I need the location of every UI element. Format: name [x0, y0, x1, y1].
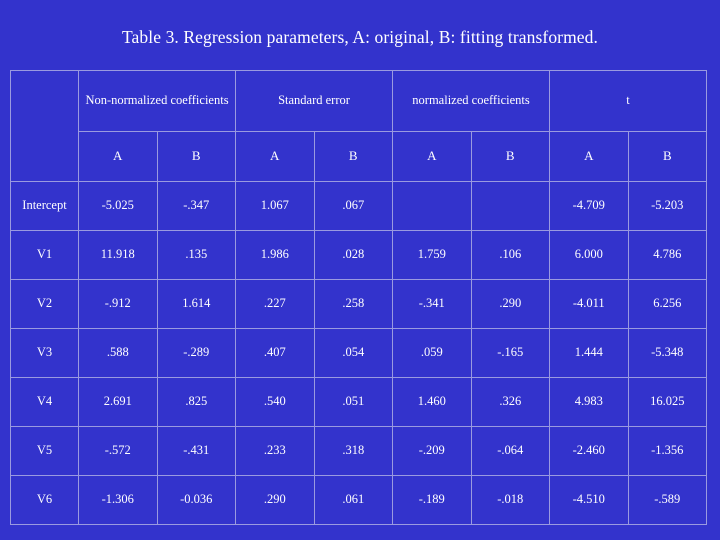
- table-row: V1 11.918 .135 1.986 .028 1.759 .106 6.0…: [10, 230, 708, 280]
- row-label: V6: [10, 475, 79, 525]
- cell-noncoef-b: -.289: [156, 328, 236, 378]
- cell-t-a: -4.510: [549, 475, 629, 525]
- group-header-non-normalized-coefficients: Non-normalized coefficients: [78, 70, 236, 132]
- group-header-normalized-coefficients: normalized coefficients: [392, 70, 551, 132]
- row-label: V3: [10, 328, 79, 378]
- cell-t-b: 4.786: [627, 230, 708, 280]
- cell-noncoef-b: 1.614: [156, 279, 236, 329]
- cell-normcoef-a: -.189: [392, 475, 472, 525]
- cell-normcoef-b: .290: [470, 279, 551, 329]
- table-row: V3 .588 -.289 .407 .054 .059 -.165 1.444…: [10, 328, 708, 378]
- table-row: V2 -.912 1.614 .227 .258 -.341 .290 -4.0…: [10, 279, 708, 329]
- sub-header-row: A B A B A B A B: [11, 131, 708, 182]
- cell-normcoef-a: 1.460: [392, 377, 472, 427]
- cell-noncoef-a: -.572: [78, 426, 158, 476]
- cell-stderr-a: .227: [235, 279, 315, 329]
- cell-normcoef-b: -.165: [470, 328, 551, 378]
- cell-normcoef-b: -.064: [470, 426, 551, 476]
- cell-t-a: -2.460: [549, 426, 629, 476]
- cell-t-b: -.589: [627, 475, 708, 525]
- cell-noncoef-b: -0.036: [156, 475, 236, 525]
- sub-header-t-b: B: [627, 131, 708, 182]
- cell-t-b: 6.256: [627, 279, 708, 329]
- cell-normcoef-a: .059: [392, 328, 472, 378]
- cell-normcoef-a: -.341: [392, 279, 472, 329]
- regression-table-container: Non-normalized coefficients Standard err…: [10, 70, 708, 525]
- cell-normcoef-a: 1.759: [392, 230, 472, 280]
- cell-noncoef-b: -.347: [156, 181, 236, 231]
- cell-stderr-b: .318: [313, 426, 394, 476]
- cell-noncoef-a: 11.918: [78, 230, 158, 280]
- cell-noncoef-a: .588: [78, 328, 158, 378]
- cell-stderr-b: .028: [313, 230, 394, 280]
- cell-stderr-a: 1.986: [235, 230, 315, 280]
- sub-header-normcoef-b: B: [470, 131, 551, 182]
- cell-stderr-a: 1.067: [235, 181, 315, 231]
- cell-stderr-a: .233: [235, 426, 315, 476]
- cell-noncoef-a: 2.691: [78, 377, 158, 427]
- cell-stderr-b: .258: [313, 279, 394, 329]
- cell-t-b: -1.356: [627, 426, 708, 476]
- cell-normcoef-a: -.209: [392, 426, 472, 476]
- cell-noncoef-a: -5.025: [78, 181, 158, 231]
- cell-noncoef-b: .135: [156, 230, 236, 280]
- cell-t-b: 16.025: [627, 377, 708, 427]
- table-corner-cell: [10, 70, 79, 182]
- row-label: V2: [10, 279, 79, 329]
- group-header-row: Non-normalized coefficients Standard err…: [10, 70, 708, 182]
- cell-t-a: -4.011: [549, 279, 629, 329]
- cell-noncoef-a: -1.306: [78, 475, 158, 525]
- cell-stderr-b: .061: [313, 475, 394, 525]
- cell-noncoef-a: -.912: [78, 279, 158, 329]
- cell-noncoef-b: -.431: [156, 426, 236, 476]
- page-title: Table 3. Regression parameters, A: origi…: [121, 27, 599, 47]
- cell-noncoef-b: .825: [156, 377, 236, 427]
- cell-normcoef-b: .106: [470, 230, 551, 280]
- sub-header-noncoef-b: B: [156, 131, 236, 182]
- cell-t-a: 1.444: [549, 328, 629, 378]
- table-head: Non-normalized coefficients Standard err…: [10, 70, 708, 182]
- group-header-t: t: [549, 70, 708, 132]
- cell-stderr-a: .540: [235, 377, 315, 427]
- cell-normcoef-b: [470, 181, 551, 231]
- table-body: Intercept -5.025 -.347 1.067 .067 -4.709…: [10, 181, 708, 525]
- slide: Table 3. Regression parameters, A: origi…: [0, 0, 720, 540]
- sub-header-t-a: A: [549, 131, 629, 182]
- cell-stderr-a: .290: [235, 475, 315, 525]
- table-row: V5 -.572 -.431 .233 .318 -.209 -.064 -2.…: [10, 426, 708, 476]
- sub-header-stderr-a: A: [235, 131, 315, 182]
- cell-normcoef-b: -.018: [470, 475, 551, 525]
- row-label: V1: [10, 230, 79, 280]
- regression-parameters-table: Non-normalized coefficients Standard err…: [10, 70, 708, 525]
- table-row: V6 -1.306 -0.036 .290 .061 -.189 -.018 -…: [10, 475, 708, 525]
- cell-normcoef-b: .326: [470, 377, 551, 427]
- row-label: V4: [10, 377, 79, 427]
- cell-t-a: 6.000: [549, 230, 629, 280]
- sub-header-normcoef-a: A: [392, 131, 472, 182]
- row-label: Intercept: [10, 181, 79, 231]
- cell-t-a: -4.709: [549, 181, 629, 231]
- sub-header-noncoef-a: A: [78, 131, 158, 182]
- cell-stderr-a: .407: [235, 328, 315, 378]
- row-label: V5: [10, 426, 79, 476]
- cell-normcoef-a: [392, 181, 472, 231]
- cell-t-b: -5.203: [627, 181, 708, 231]
- group-header-standard-error: Standard error: [234, 70, 394, 132]
- cell-stderr-b: .067: [313, 181, 394, 231]
- cell-t-b: -5.348: [627, 328, 708, 378]
- table-row: V4 2.691 .825 .540 .051 1.460 .326 4.983…: [10, 377, 708, 427]
- table-row: Intercept -5.025 -.347 1.067 .067 -4.709…: [10, 181, 708, 231]
- cell-stderr-b: .054: [313, 328, 394, 378]
- cell-t-a: 4.983: [549, 377, 629, 427]
- cell-stderr-b: .051: [313, 377, 394, 427]
- sub-header-stderr-b: B: [313, 131, 394, 182]
